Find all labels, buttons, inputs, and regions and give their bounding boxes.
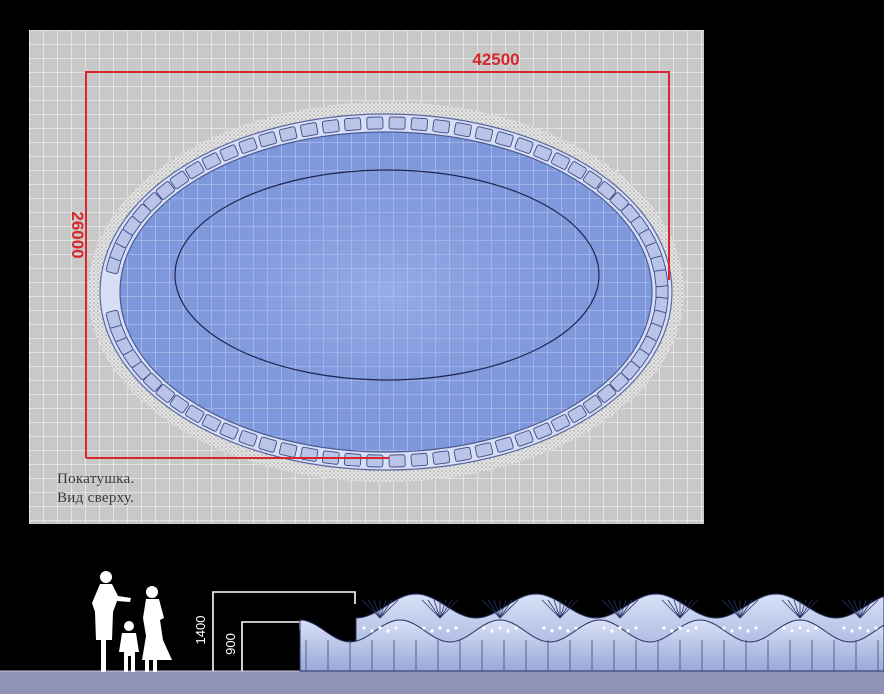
wall-light bbox=[730, 629, 734, 633]
wall-light bbox=[438, 626, 442, 630]
wall-light bbox=[842, 626, 846, 630]
track-block bbox=[366, 116, 384, 130]
wall-light bbox=[550, 629, 554, 633]
wall-light bbox=[378, 626, 382, 630]
wall-light bbox=[506, 629, 510, 633]
ground-strip bbox=[0, 671, 884, 694]
track-block bbox=[321, 119, 340, 134]
wall-light bbox=[490, 629, 494, 633]
wall-light bbox=[858, 626, 862, 630]
track-block bbox=[432, 119, 451, 134]
wall-light bbox=[686, 629, 690, 633]
wall-light bbox=[482, 626, 486, 630]
person-child-silhouette-icon bbox=[119, 621, 139, 672]
wall-light bbox=[806, 629, 810, 633]
track-block bbox=[432, 450, 451, 465]
wall-light bbox=[738, 626, 742, 630]
caption-subtitle: Вид сверху. bbox=[57, 490, 135, 506]
height-high-label: 1400 bbox=[193, 616, 208, 645]
wall-light bbox=[850, 629, 854, 633]
wall-light bbox=[386, 629, 390, 633]
wall-light bbox=[618, 626, 622, 630]
wall-light bbox=[782, 626, 786, 630]
elevation-view: 1400 900 bbox=[0, 571, 884, 694]
wall-light bbox=[574, 626, 578, 630]
track-block bbox=[300, 122, 319, 138]
wall-light bbox=[814, 626, 818, 630]
wall-light bbox=[610, 629, 614, 633]
wall-light bbox=[754, 626, 758, 630]
wall-light bbox=[626, 629, 630, 633]
track-block bbox=[410, 117, 429, 132]
wall-light bbox=[446, 629, 450, 633]
wall-light bbox=[874, 626, 878, 630]
wall-light bbox=[662, 626, 666, 630]
track-block bbox=[453, 446, 472, 462]
wall-light bbox=[798, 626, 802, 630]
wall-light bbox=[370, 629, 374, 633]
wall-light bbox=[866, 629, 870, 633]
wall-light bbox=[790, 629, 794, 633]
wall-light bbox=[678, 626, 682, 630]
track-block bbox=[343, 117, 362, 132]
wall-light bbox=[422, 626, 426, 630]
person-girl-silhouette-icon bbox=[142, 586, 172, 672]
plan-view: 42500 26000 bbox=[29, 30, 704, 524]
track-block bbox=[343, 452, 362, 467]
track-block bbox=[410, 452, 429, 467]
track-block bbox=[366, 454, 384, 468]
wall-light bbox=[670, 629, 674, 633]
wall-light bbox=[602, 626, 606, 630]
caption-title: Покатушка. bbox=[57, 471, 135, 487]
track-block bbox=[388, 454, 406, 468]
dimension-height-label: 26000 bbox=[68, 211, 87, 258]
wall-light bbox=[514, 626, 518, 630]
wall-light bbox=[694, 626, 698, 630]
wall-light bbox=[634, 626, 638, 630]
track-block bbox=[453, 122, 472, 138]
wall-light bbox=[746, 629, 750, 633]
track-block bbox=[653, 269, 669, 288]
track-block bbox=[300, 446, 319, 462]
dimension-width-label: 42500 bbox=[472, 50, 519, 69]
wall-light bbox=[454, 626, 458, 630]
wall-light bbox=[362, 626, 366, 630]
wall-light bbox=[722, 626, 726, 630]
track-wall-elevation bbox=[299, 593, 884, 672]
wall-light bbox=[394, 626, 398, 630]
track-block bbox=[388, 116, 406, 130]
wall-light bbox=[430, 629, 434, 633]
wall-light bbox=[566, 629, 570, 633]
wall-light bbox=[498, 626, 502, 630]
wall-light bbox=[558, 626, 562, 630]
height-low-label: 900 bbox=[223, 633, 238, 655]
wall-light bbox=[542, 626, 546, 630]
